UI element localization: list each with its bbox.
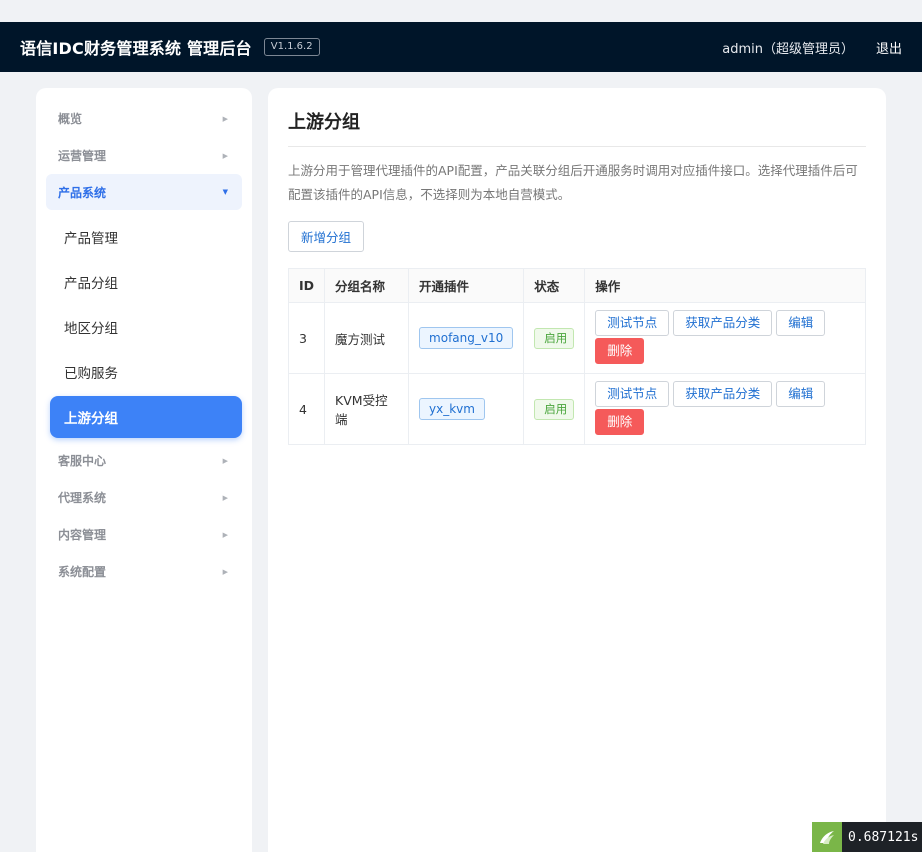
status-badge: 启用 [534, 327, 575, 349]
cell-status: 启用 [523, 373, 586, 445]
app-title: 语信IDC财务管理系统 管理后台 [20, 39, 252, 58]
table-row: 3 魔方测试 mofang_v10 启用 测试节点 获取产品分类 编辑删除 [287, 302, 866, 374]
header-user-area: admin（超级管理员） 退出 [722, 38, 902, 57]
caret-right-icon: ▶ [222, 456, 228, 465]
sidebar-group-label: 产品系统 [58, 185, 107, 200]
caret-down-icon: ▼ [222, 188, 228, 196]
thinkphp-logo-icon[interactable] [812, 822, 842, 852]
current-user[interactable]: admin（超级管理员） [722, 38, 854, 57]
cell-name: KVM受控端 [324, 373, 410, 445]
sidebar: 概览 ▶ 运营管理 ▶ 产品系统 ▼ 产品管理 产品分组 地区分组 已购服务 上… [36, 88, 252, 852]
caret-right-icon: ▶ [222, 530, 228, 539]
add-group-button[interactable]: 新增分组 [288, 221, 365, 252]
status-badge: 启用 [534, 398, 575, 420]
debug-timer: 0.687121s [812, 822, 922, 852]
sidebar-group-settings[interactable]: 系统配置 ▶ [36, 553, 252, 590]
table-header-row: ID 分组名称 开通插件 状态 操作 [287, 268, 866, 303]
sidebar-group-agents[interactable]: 代理系统 ▶ [36, 479, 252, 516]
sidebar-item-purchased-services[interactable]: 已购服务 [50, 349, 242, 394]
test-node-button[interactable]: 测试节点 [595, 381, 670, 407]
cell-id: 3 [287, 302, 326, 374]
sidebar-group-label: 客服中心 [58, 454, 107, 468]
upstream-groups-table: ID 分组名称 开通插件 状态 操作 3 魔方测试 mofang_v10 启用 … [287, 268, 866, 445]
column-header-plugin: 开通插件 [408, 268, 525, 303]
sidebar-group-label: 运营管理 [58, 149, 107, 163]
sidebar-group-label: 代理系统 [58, 491, 107, 505]
cell-actions: 测试节点 获取产品分类 编辑删除 [584, 302, 866, 374]
column-header-name: 分组名称 [324, 268, 410, 303]
sidebar-group-overview[interactable]: 概览 ▶ [36, 100, 252, 137]
cell-plugin: mofang_v10 [408, 302, 525, 374]
timer-value: 0.687121s [848, 829, 919, 845]
sidebar-group-operations[interactable]: 运营管理 ▶ [36, 137, 252, 174]
sidebar-item-product-management[interactable]: 产品管理 [50, 214, 242, 259]
plugin-tag: yx_kvm [419, 398, 485, 420]
cell-status: 启用 [523, 302, 586, 374]
sidebar-submenu-products: 产品管理 产品分组 地区分组 已购服务 上游分组 [36, 210, 252, 442]
column-header-actions: 操作 [584, 268, 866, 303]
caret-right-icon: ▶ [222, 567, 228, 576]
sidebar-item-region-groups[interactable]: 地区分组 [50, 304, 242, 349]
sidebar-group-label: 内容管理 [58, 528, 107, 542]
cell-actions: 测试节点 获取产品分类 编辑删除 [584, 373, 866, 445]
page-title: 上游分组 [288, 108, 866, 147]
logout-link[interactable]: 退出 [876, 38, 902, 57]
table-row: 4 KVM受控端 yx_kvm 启用 测试节点 获取产品分类 编辑删除 [287, 373, 866, 445]
test-node-button[interactable]: 测试节点 [595, 310, 670, 336]
top-header: 语信IDC财务管理系统 管理后台 V1.1.6.2 admin（超级管理员） 退… [0, 22, 922, 72]
plugin-tag: mofang_v10 [419, 327, 514, 349]
main-panel: 上游分组 上游分用于管理代理插件的API配置，产品关联分组后开通服务时调用对应插… [268, 88, 886, 852]
sidebar-group-products[interactable]: 产品系统 ▼ [46, 174, 242, 210]
fetch-categories-button[interactable]: 获取产品分类 [673, 381, 773, 407]
sidebar-group-support[interactable]: 客服中心 ▶ [36, 442, 252, 479]
caret-right-icon: ▶ [222, 493, 228, 502]
delete-button[interactable]: 删除 [595, 409, 645, 435]
sidebar-group-label: 概览 [58, 112, 83, 126]
sidebar-group-content[interactable]: 内容管理 ▶ [36, 516, 252, 553]
cell-plugin: yx_kvm [408, 373, 525, 445]
delete-button[interactable]: 删除 [595, 338, 645, 364]
edit-button[interactable]: 编辑 [776, 310, 826, 336]
page-description: 上游分用于管理代理插件的API配置，产品关联分组后开通服务时调用对应插件接口。选… [288, 163, 858, 202]
sidebar-group-label: 系统配置 [58, 565, 107, 579]
edit-button[interactable]: 编辑 [776, 381, 826, 407]
fetch-categories-button[interactable]: 获取产品分类 [673, 310, 773, 336]
sidebar-item-upstream-groups[interactable]: 上游分组 [50, 396, 242, 438]
caret-right-icon: ▶ [222, 114, 228, 123]
column-header-id: ID [287, 268, 326, 303]
cell-id: 4 [287, 373, 326, 445]
sidebar-item-product-groups[interactable]: 产品分组 [50, 259, 242, 304]
column-header-status: 状态 [523, 268, 586, 303]
logo-glyph-icon [820, 831, 834, 844]
version-badge: V1.1.6.2 [263, 38, 320, 56]
caret-right-icon: ▶ [222, 151, 228, 160]
cell-name: 魔方测试 [324, 302, 410, 374]
